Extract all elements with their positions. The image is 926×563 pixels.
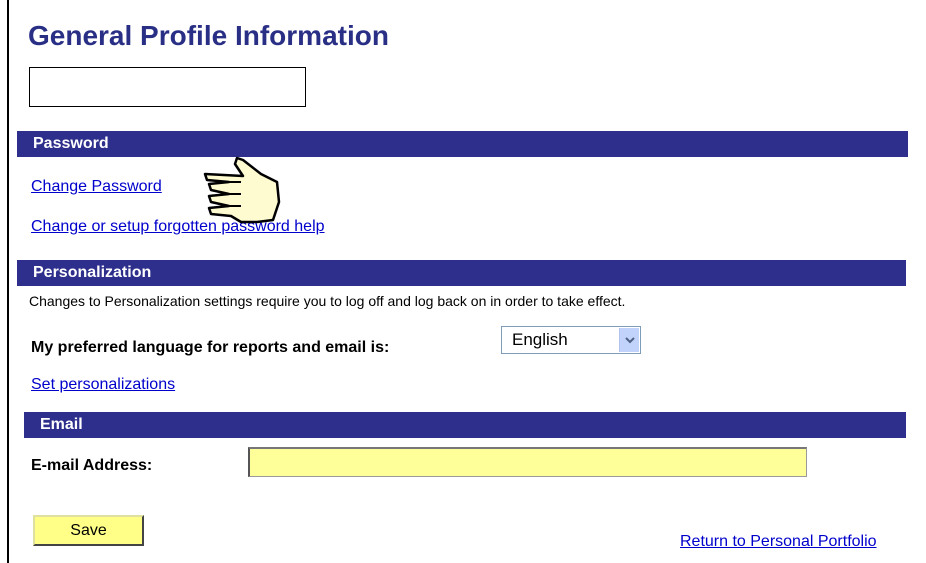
save-button[interactable]: Save	[33, 515, 144, 546]
set-personalizations-link[interactable]: Set personalizations	[31, 376, 175, 394]
email-label: E-mail Address:	[31, 457, 153, 474]
chevron-down-icon[interactable]	[619, 328, 639, 352]
personalization-section-header: Personalization	[17, 260, 906, 286]
language-selected-value: English	[512, 330, 568, 349]
pointing-hand-icon	[203, 156, 281, 224]
email-section-header: Email	[24, 412, 906, 438]
personalization-note: Changes to Personalization settings requ…	[29, 293, 626, 309]
language-label: My preferred language for reports and em…	[31, 339, 390, 356]
page-title: General Profile Information	[28, 20, 389, 51]
return-to-portfolio-link[interactable]: Return to Personal Portfolio	[680, 533, 877, 551]
language-select[interactable]: English	[501, 326, 641, 354]
profile-name-box	[29, 67, 306, 107]
page-left-border	[7, 0, 9, 563]
change-password-link[interactable]: Change Password	[31, 178, 162, 196]
password-section-header: Password	[17, 131, 908, 157]
email-field[interactable]	[248, 447, 807, 477]
